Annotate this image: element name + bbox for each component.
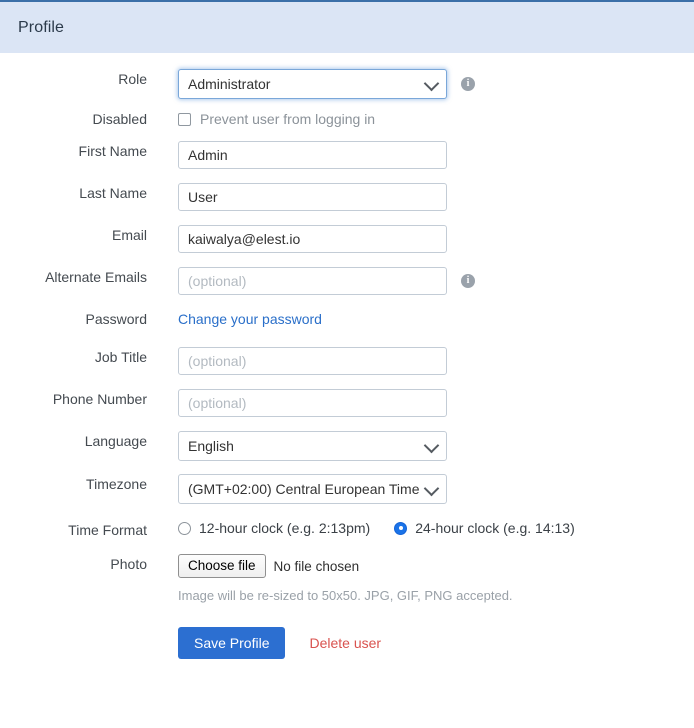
last-name-input[interactable]: [178, 183, 447, 211]
control-first-name: [178, 141, 447, 169]
form-row-last-name: Last Name: [0, 183, 694, 211]
label-password: Password: [85, 311, 147, 327]
form-row-alternate-emails: Alternate Emails i: [0, 267, 694, 295]
control-disabled: Prevent user from logging in: [178, 109, 375, 129]
radio-24h[interactable]: [394, 521, 408, 535]
control-time-format: 12-hour clock (e.g. 2:13pm) 24-hour cloc…: [178, 520, 575, 536]
disabled-checkbox[interactable]: [178, 112, 191, 126]
label-disabled: Disabled: [92, 111, 147, 127]
role-select-wrapper: Administrator: [178, 69, 447, 99]
control-timezone: (GMT+02:00) Central European Time: [178, 474, 447, 504]
time-format-12h-label: 12-hour clock (e.g. 2:13pm): [199, 520, 371, 536]
form-row-actions: Save Profile Delete user: [0, 627, 694, 659]
form-row-disabled: Disabled Prevent user from logging in: [0, 109, 694, 129]
control-alternate-emails: i: [178, 267, 475, 295]
form-row-phone-number: Phone Number: [0, 389, 694, 417]
time-format-24h-option[interactable]: 24-hour clock (e.g. 14:13): [394, 520, 575, 536]
control-actions: Save Profile Delete user: [178, 627, 381, 659]
page-title: Profile: [18, 18, 65, 36]
label-first-name: First Name: [78, 143, 147, 159]
form-row-time-format: Time Format 12-hour clock (e.g. 2:13pm) …: [0, 520, 694, 540]
language-select-wrapper: English: [178, 431, 447, 461]
label-timezone: Timezone: [86, 476, 147, 492]
form-row-timezone: Timezone (GMT+02:00) Central European Ti…: [0, 474, 694, 504]
form-row-first-name: First Name: [0, 141, 694, 169]
radio-12h[interactable]: [178, 521, 191, 535]
time-format-radio-group: 12-hour clock (e.g. 2:13pm) 24-hour cloc…: [178, 520, 575, 536]
label-time-format: Time Format: [68, 522, 147, 538]
control-language: English: [178, 431, 447, 461]
first-name-input[interactable]: [178, 141, 447, 169]
email-input[interactable]: [178, 225, 447, 253]
form-row-email: Email: [0, 225, 694, 253]
label-language: Language: [84, 433, 147, 449]
time-format-24h-label: 24-hour clock (e.g. 14:13): [415, 520, 575, 536]
panel-header: Profile: [0, 0, 694, 53]
photo-help-text: Image will be re-sized to 50x50. JPG, GI…: [178, 588, 513, 603]
disabled-checkbox-label: Prevent user from logging in: [200, 111, 376, 127]
change-password-link[interactable]: Change your password: [178, 309, 322, 329]
label-role: Role: [118, 71, 147, 87]
role-select[interactable]: Administrator: [178, 69, 447, 99]
language-select[interactable]: English: [178, 431, 447, 461]
timezone-select-wrapper: (GMT+02:00) Central European Time: [178, 474, 447, 504]
control-job-title: [178, 347, 447, 375]
label-phone-number: Phone Number: [52, 391, 147, 407]
info-icon[interactable]: i: [461, 274, 475, 288]
info-icon[interactable]: i: [461, 77, 475, 91]
form-row-language: Language English: [0, 431, 694, 461]
profile-panel: Profile Role Administrator i Disabled Pr…: [0, 0, 694, 728]
form-row-password: Password Change your password: [0, 309, 694, 329]
time-format-12h-option[interactable]: 12-hour clock (e.g. 2:13pm): [178, 520, 370, 536]
file-status-text: No file chosen: [273, 558, 360, 574]
disabled-checkbox-row[interactable]: Prevent user from logging in: [178, 109, 375, 129]
control-password: Change your password: [178, 309, 322, 329]
label-email: Email: [111, 227, 147, 243]
control-phone-number: [178, 389, 447, 417]
label-job-title: Job Title: [94, 349, 147, 365]
form-row-job-title: Job Title: [0, 347, 694, 375]
delete-user-link[interactable]: Delete user: [309, 635, 381, 651]
timezone-select[interactable]: (GMT+02:00) Central European Time: [178, 474, 447, 504]
job-title-input[interactable]: [178, 347, 447, 375]
profile-form: Role Administrator i Disabled Prevent us…: [0, 53, 694, 659]
save-profile-button[interactable]: Save Profile: [178, 627, 286, 659]
phone-number-input[interactable]: [178, 389, 447, 417]
label-alternate-emails: Alternate Emails: [45, 269, 147, 285]
form-row-role: Role Administrator i: [0, 69, 694, 99]
alternate-emails-input[interactable]: [178, 267, 447, 295]
photo-file-input[interactable]: Choose file No file chosen: [178, 554, 359, 578]
action-buttons: Save Profile Delete user: [178, 627, 381, 659]
form-row-photo: Photo Choose file No file chosen: [0, 554, 694, 578]
label-last-name: Last Name: [79, 185, 147, 201]
control-last-name: [178, 183, 447, 211]
label-photo: Photo: [110, 556, 147, 572]
control-photo: Choose file No file chosen: [178, 554, 359, 578]
control-role: Administrator i: [178, 69, 475, 99]
choose-file-button[interactable]: Choose file: [178, 554, 266, 578]
control-email: [178, 225, 447, 253]
